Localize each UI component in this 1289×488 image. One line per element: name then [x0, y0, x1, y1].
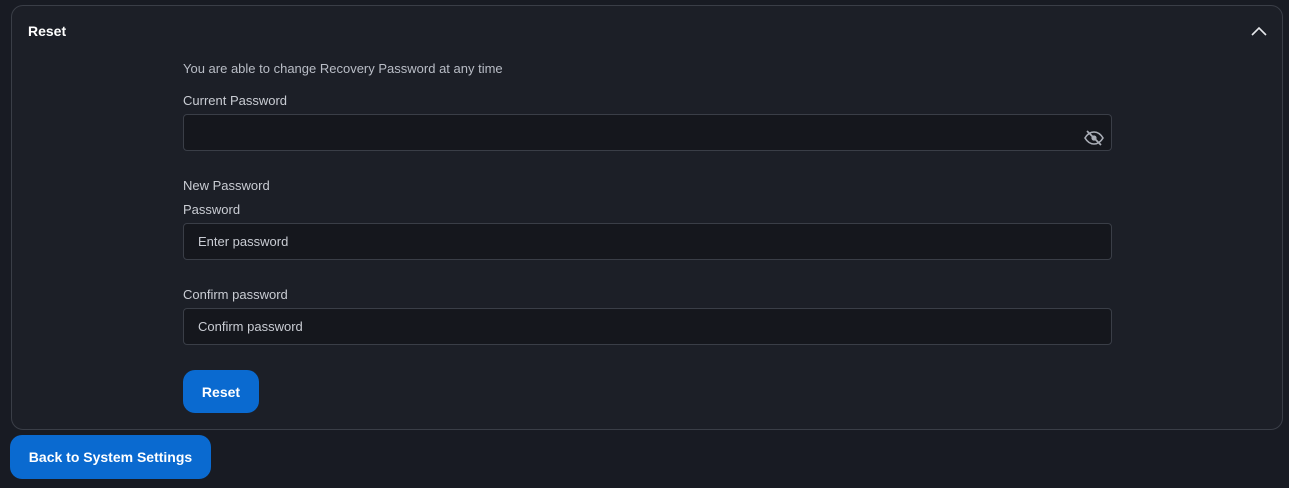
info-text: You are able to change Recovery Password…: [183, 61, 503, 76]
reset-panel: Reset You are able to change Recovery Pa…: [11, 5, 1283, 430]
current-password-label: Current Password: [183, 93, 288, 108]
reset-button[interactable]: Reset: [183, 370, 259, 413]
panel-header[interactable]: Reset: [12, 6, 1282, 58]
password-label: Password: [183, 202, 241, 217]
chevron-up-icon[interactable]: [1248, 20, 1270, 42]
panel-title: Reset: [28, 23, 67, 39]
confirm-password-input[interactable]: [183, 308, 1112, 345]
confirm-password-label: Confirm password: [183, 287, 288, 302]
eye-off-icon[interactable]: [1083, 128, 1105, 148]
back-to-system-settings-button[interactable]: Back to System Settings: [10, 435, 211, 479]
new-password-heading: New Password: [183, 178, 270, 193]
password-input[interactable]: [183, 223, 1112, 260]
current-password-input[interactable]: [183, 114, 1112, 151]
